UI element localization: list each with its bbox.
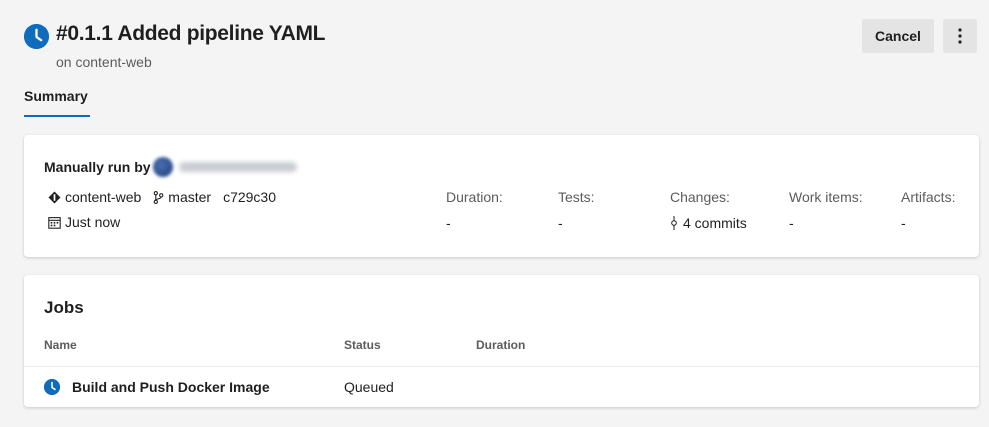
manual-run-label: Manually run by [44, 159, 151, 175]
stat-label: Duration: [446, 189, 503, 205]
repository-subtitle: on content-web [56, 54, 152, 70]
stat-label: Work items: [789, 189, 863, 205]
jobs-title: Jobs [44, 298, 84, 317]
avatar [152, 157, 173, 177]
run-time-label: Just now [65, 214, 121, 230]
stat-work-items: Work items: - [789, 189, 863, 231]
tab-bar: Summary [24, 88, 90, 117]
stat-value: - [901, 215, 906, 231]
repository-name: content-web [65, 189, 142, 205]
cancel-button[interactable]: Cancel [862, 19, 934, 53]
run-time-row: Just now [48, 214, 132, 230]
commit-icon [671, 216, 677, 230]
calendar-icon [48, 216, 61, 229]
stat-value: - [558, 215, 563, 231]
stat-changes: Changes: 4 commits [670, 189, 747, 231]
column-header-status: Status [344, 338, 381, 352]
branch-link[interactable]: master [153, 189, 211, 205]
clock-icon [44, 379, 60, 395]
more-options-button[interactable] [943, 19, 977, 53]
blurred-user-name [178, 162, 297, 172]
stat-tests: Tests: - [558, 189, 595, 231]
repository-link[interactable]: content-web [48, 189, 141, 205]
run-source-row: content-web master c729c30 [48, 189, 288, 205]
run-summary-card: Manually run by content-web master c729c… [24, 135, 979, 257]
jobs-card: Jobs Name Status Duration Build and Push… [24, 275, 979, 407]
stat-artifacts: Artifacts: - [901, 189, 955, 231]
repo-icon [48, 191, 61, 203]
table-row[interactable]: Build and Push Docker Image Queued [24, 367, 979, 407]
page-title: #0.1.1 Added pipeline YAML [56, 22, 326, 45]
job-name: Build and Push Docker Image [72, 379, 270, 395]
stat-duration: Duration: - [446, 189, 503, 231]
stat-value: - [446, 215, 451, 231]
run-header: #0.1.1 Added pipeline YAML on content-we… [24, 19, 977, 72]
branch-icon [153, 190, 164, 204]
job-status: Queued [344, 379, 394, 395]
manual-run-info: Manually run by [44, 157, 297, 177]
branch-name: master [168, 189, 212, 205]
stat-value: 4 commits [683, 215, 747, 231]
clock-icon [24, 24, 49, 49]
stat-label: Tests: [558, 189, 595, 205]
changes-link[interactable]: 4 commits [670, 215, 747, 231]
stat-value: - [789, 215, 794, 231]
column-header-duration: Duration [476, 338, 526, 352]
commit-link[interactable]: c729c30 [223, 189, 276, 205]
stat-label: Artifacts: [901, 189, 956, 205]
stat-label: Changes: [670, 189, 730, 205]
column-header-name: Name [44, 338, 77, 352]
tab-summary[interactable]: Summary [24, 88, 90, 117]
run-time: Just now [48, 214, 120, 230]
more-vertical-icon [958, 28, 962, 44]
